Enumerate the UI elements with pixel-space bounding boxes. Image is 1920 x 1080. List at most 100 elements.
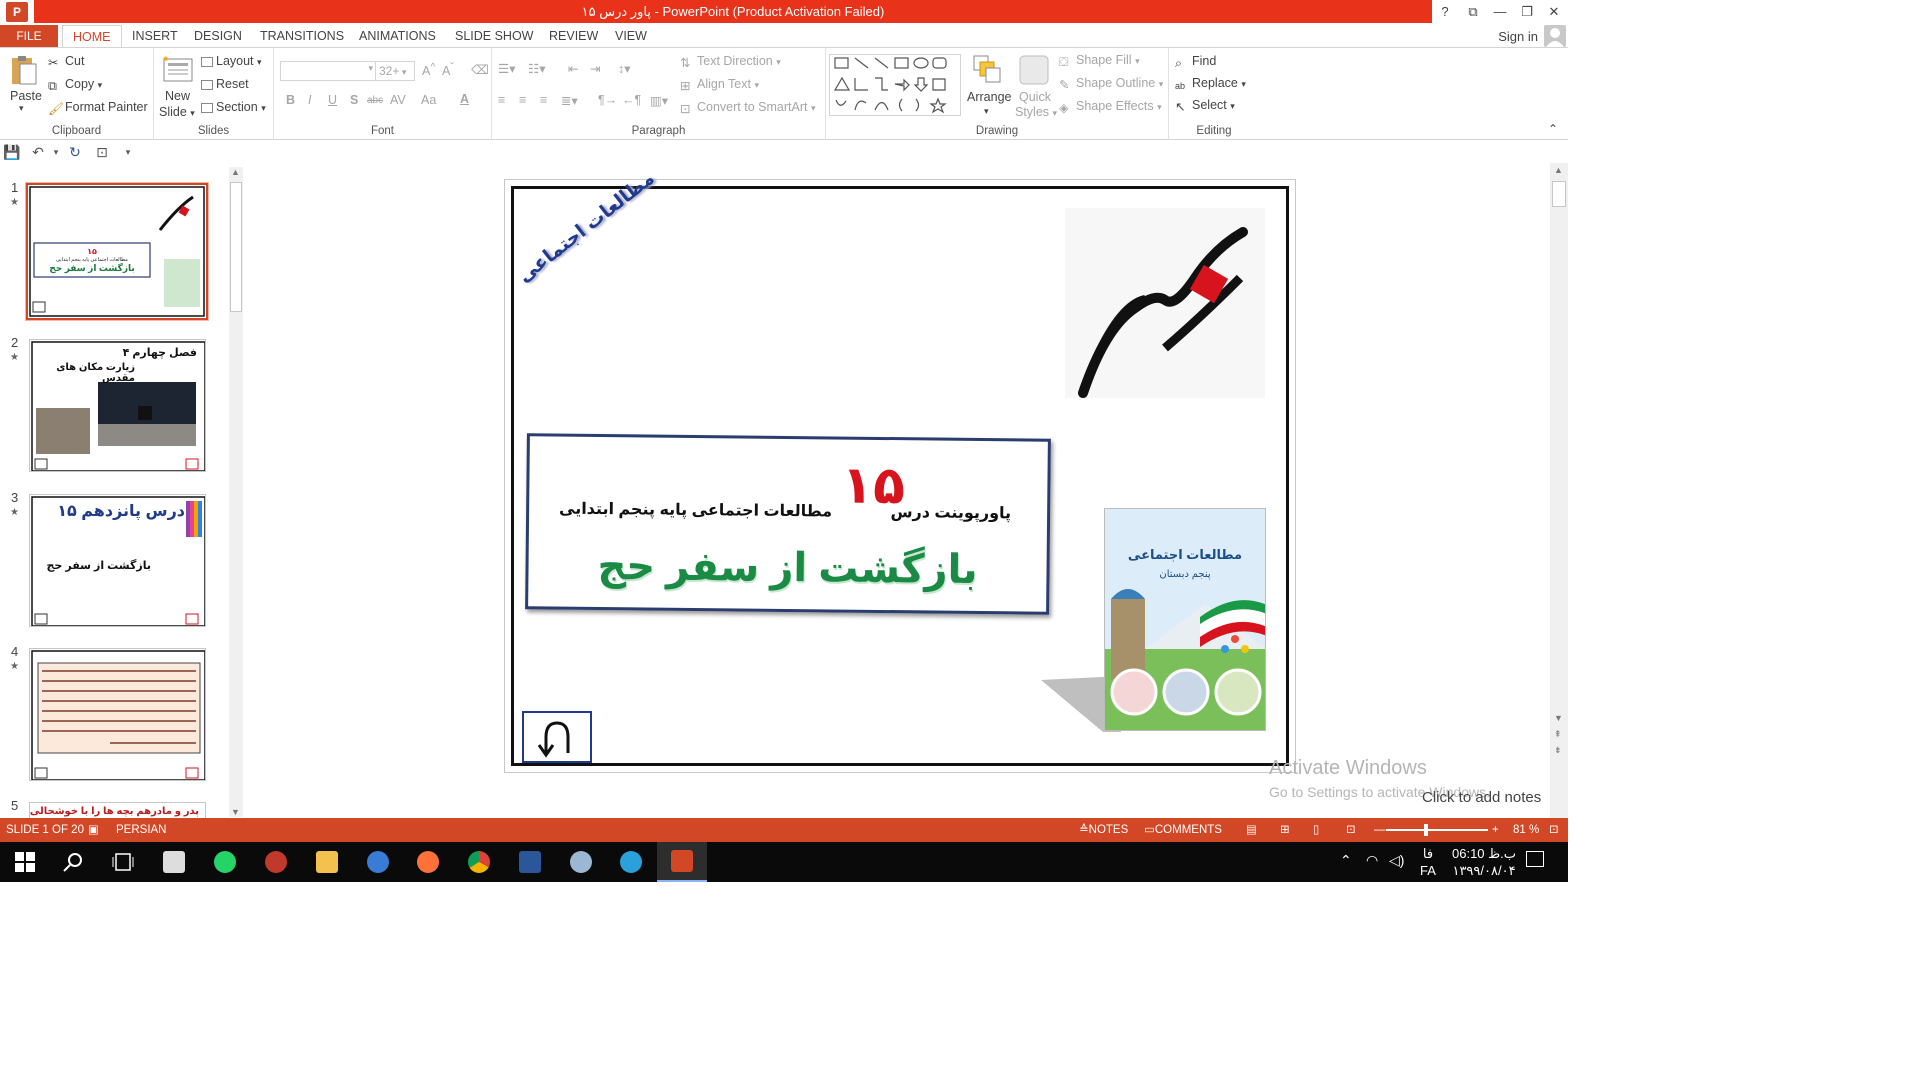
tab-slide-show[interactable]: SLIDE SHOW [455,25,534,48]
arrange-button[interactable]: Arrange [967,90,1011,104]
select-button[interactable]: ↖ Select ▾ [1175,98,1235,114]
redo-icon[interactable]: ↻ [66,143,84,161]
change-case-button[interactable]: Aa [421,93,436,107]
align-center-icon[interactable]: ≡ [519,93,526,107]
notification-icon[interactable] [1526,851,1544,867]
tab-file[interactable]: FILE [0,25,58,48]
shapes-gallery[interactable] [829,54,961,116]
reading-view-icon[interactable]: ▯ [1313,818,1319,842]
language-indicator[interactable]: PERSIAN [116,818,167,842]
thumbnail-scroll-thumb[interactable] [230,182,242,312]
new-slide-button[interactable]: Slide ▾ [159,105,195,119]
shape-outline-button[interactable]: ✎ Shape Outline ▾ [1059,76,1163,92]
next-slide-icon[interactable]: ⇟ [1554,745,1562,756]
decrease-indent-icon[interactable]: ⇤ [568,61,578,76]
replace-button[interactable]: ab Replace ▾ [1175,76,1246,95]
wifi-icon[interactable]: ◠ [1366,852,1378,869]
input-language[interactable]: فا FA [1420,845,1436,879]
new-slide-label[interactable]: New [165,89,190,103]
clear-formatting-icon[interactable]: ⌫ [471,62,489,77]
textbook-cover-image[interactable]: مطالعات اجتماعی پنجم دبستان [1104,508,1266,731]
powerpoint-app[interactable] [657,842,707,882]
character-spacing-button[interactable]: AV [390,93,406,107]
zoom-in-icon[interactable]: + [1492,818,1499,842]
save-icon[interactable]: 💾 [3,143,21,161]
telegram-app[interactable] [606,842,656,882]
browser-app-1[interactable] [353,842,403,882]
current-slide[interactable]: مطالعات اجتماعی پاورپوینت درس ۱۵ مطالعات… [504,168,1296,773]
arrange-dropdown-icon[interactable]: ▾ [984,106,989,117]
align-left-icon[interactable]: ≡ [498,93,505,107]
minimize-button[interactable]: — [1488,1,1512,23]
font-size-input[interactable]: 32+ ▾ [375,61,415,81]
increase-indent-icon[interactable]: ⇥ [590,61,600,76]
zoom-level[interactable]: 81 % [1513,818,1539,842]
avatar[interactable] [1544,25,1566,47]
notes-button[interactable]: ≙ NOTES [1079,818,1128,842]
shape-effects-button[interactable]: ◈ Shape Effects ▾ [1059,99,1162,115]
undo-icon[interactable]: ↶ [29,143,47,161]
layout-button[interactable]: Layout ▾ [201,54,262,68]
firefox-app[interactable] [403,842,453,882]
scroll-down-icon[interactable]: ▼ [1554,713,1563,723]
columns-icon[interactable]: ▥▾ [650,93,668,108]
volume-icon[interactable]: ◁) [1389,852,1404,869]
previous-slide-icon[interactable]: ⇞ [1554,729,1562,740]
shadow-button[interactable]: S [350,93,358,107]
tab-home[interactable]: HOME [62,25,122,48]
justify-icon[interactable]: ≣▾ [561,93,578,108]
tab-transitions[interactable]: TRANSITIONS [260,25,344,48]
section-button[interactable]: Section ▾ [201,100,266,114]
strikethrough-button[interactable]: abc [367,95,383,106]
find-button[interactable]: ⌕ Find [1175,54,1216,70]
collapse-ribbon-icon[interactable]: ⌃ [1548,122,1558,136]
thumbnail-scrollbar[interactable]: ▲ ▼ [229,167,243,817]
powerpoint-logo-icon[interactable]: P [6,2,28,22]
paste-dropdown-icon[interactable]: ▾ [19,103,24,114]
align-text-button[interactable]: ⊞ Align Text ▾ [680,77,759,93]
tab-insert[interactable]: INSERT [132,25,178,48]
clock[interactable]: 06:10 ب.ظ ۱۳۹۹/۰۸/۰۴ [1452,845,1516,879]
shrink-font-button[interactable]: Aˇ [442,62,454,78]
search-button[interactable] [48,842,98,882]
reset-button[interactable]: Reset [201,77,249,91]
quick-styles-label[interactable]: Quick [1019,90,1051,104]
ltr-direction-icon[interactable]: ¶→ [598,93,617,107]
copy-button[interactable]: ⧉ Copy ▾ [48,77,102,93]
tab-animations[interactable]: ANIMATIONS [359,25,436,48]
whatsapp-app[interactable] [200,842,250,882]
undo-dropdown-icon[interactable]: ▾ [47,143,65,161]
slide-scroll-thumb[interactable] [1552,181,1566,207]
return-icon[interactable] [522,711,592,763]
format-painter-button[interactable]: 🖌Format Painter [48,100,148,116]
slide-sorter-icon[interactable]: ⊞ [1280,818,1290,842]
zoom-out-icon[interactable]: — [1374,818,1386,842]
help-button[interactable]: ? [1433,1,1457,23]
paint-app[interactable] [556,842,606,882]
start-slideshow-icon[interactable]: ⊡ [93,143,111,161]
show-hidden-icons-icon[interactable]: ⌃ [1340,852,1352,869]
calculator-app[interactable] [149,842,199,882]
customize-qat-icon[interactable]: ▾ [119,143,137,161]
slide-thumbnail-3[interactable]: درس پانزدهم ۱۵ بازگشت از سفر حج [29,494,206,627]
file-explorer-app[interactable] [302,842,352,882]
font-color-button[interactable]: A [460,92,469,106]
slide-thumbnail-2[interactable]: فصل چهارم ۴ زیارت مکان های مقدس [29,339,206,472]
zoom-slider-thumb[interactable] [1424,824,1428,836]
slideshow-view-icon[interactable]: ⊡ [1346,818,1356,842]
word-app[interactable] [505,842,555,882]
spell-check-icon[interactable]: ▣ [88,818,99,842]
slide-thumbnail-4[interactable] [29,648,206,781]
slide-vertical-scrollbar[interactable]: ▲ ▼ ⇞ ⇟ [1550,163,1568,818]
title-box[interactable]: پاورپوینت درس ۱۵ مطالعات اجتماعی پایه پن… [525,433,1051,615]
convert-smartart-button[interactable]: ⊡ Convert to SmartArt ▾ [680,100,815,116]
comments-button[interactable]: ▭ COMMENTS [1144,818,1222,842]
chrome-app[interactable] [454,842,504,882]
scroll-up-icon[interactable]: ▲ [231,167,240,177]
sign-in-link[interactable]: Sign in [1498,25,1538,48]
quick-styles-button[interactable]: Styles ▾ [1015,105,1057,119]
numbering-icon[interactable]: ☷▾ [528,61,545,76]
close-button[interactable]: ✕ [1542,1,1566,23]
rtl-direction-icon[interactable]: ←¶ [622,93,641,107]
start-button[interactable] [0,842,50,882]
